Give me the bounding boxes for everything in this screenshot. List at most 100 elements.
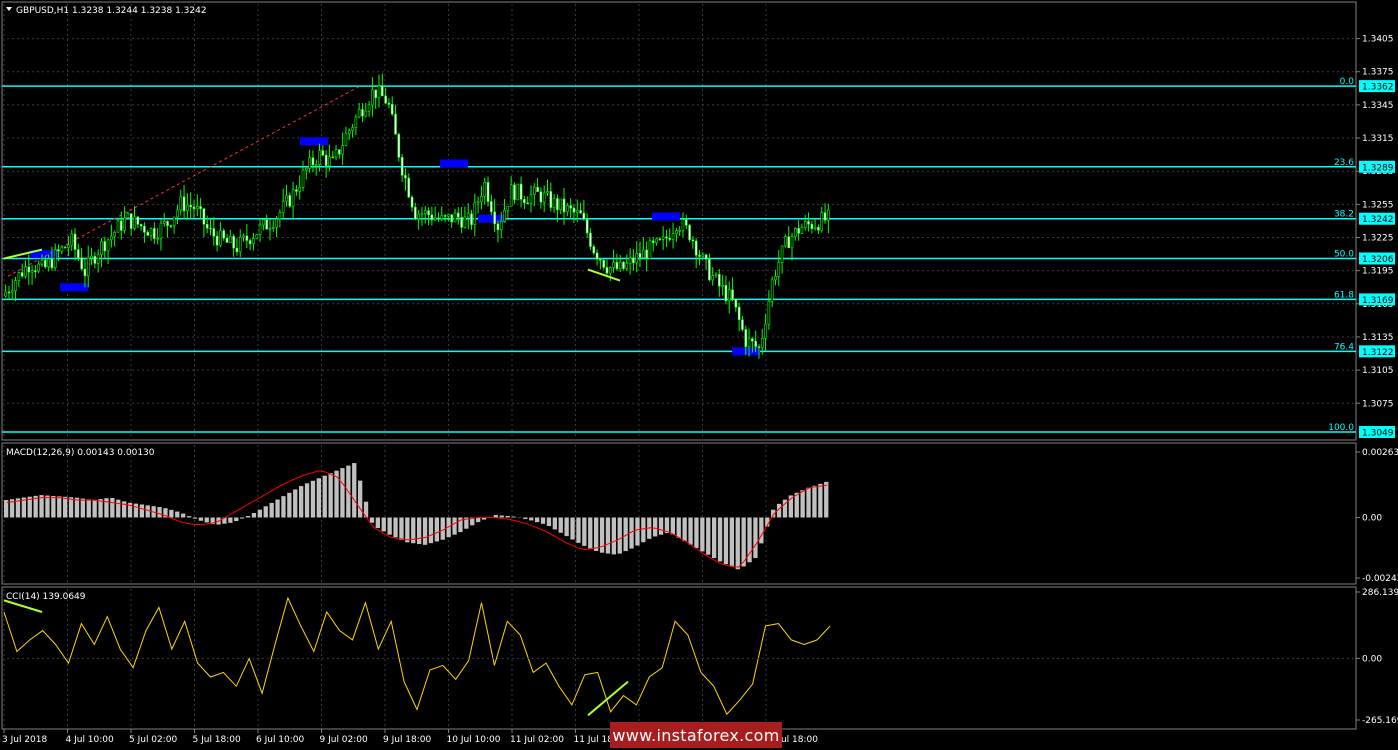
candle-body: [460, 217, 463, 228]
grid-lines: [2, 4, 1356, 727]
candle-body: [387, 102, 391, 105]
fib-price-text: 1.3206: [1362, 255, 1394, 265]
macd-bar: [405, 517, 410, 543]
macd-bar: [576, 517, 581, 543]
cci-tick-label: -265.169: [1362, 716, 1398, 726]
candle-body: [410, 196, 414, 208]
macd-bar: [523, 517, 528, 520]
candle-body: [205, 223, 209, 229]
candle-body: [817, 226, 820, 231]
candle-body: [803, 221, 807, 228]
macd-bar: [57, 496, 62, 518]
trading-chart[interactable]: 0.0 23.6 38.2 50.0 61.8 76.4 100.0 1.3405 1.337…: [0, 0, 1398, 750]
macd-bar: [51, 495, 56, 518]
candle-body: [7, 291, 11, 294]
divergence-price-2: [587, 268, 621, 282]
candle-body: [681, 219, 685, 231]
macd-bar: [452, 517, 457, 535]
time-tick-label: 11 Jul 02:00: [510, 735, 564, 745]
macd-bar: [74, 497, 80, 518]
candle-body: [258, 224, 262, 235]
candle-body: [318, 150, 321, 165]
candle-body: [503, 209, 506, 222]
candle-body: [463, 216, 467, 228]
candle-body: [298, 187, 302, 192]
candle-body: [807, 221, 810, 225]
fib-price-text: 1.3362: [1362, 83, 1394, 93]
candle-body: [235, 247, 239, 253]
candle-body: [760, 337, 764, 348]
candle-body: [638, 253, 642, 258]
candle-body: [50, 258, 54, 268]
candle-body: [407, 177, 411, 198]
cci-axis: 286.1396 0.00 -265.169: [1356, 588, 1398, 726]
watermark-badge: www.instaforex.com: [610, 722, 782, 748]
macd-bar: [192, 517, 198, 519]
macd-bar: [635, 517, 640, 546]
candle-body: [480, 195, 483, 203]
candle-body: [651, 240, 655, 244]
fibonacci-levels: 0.0 23.6 38.2 50.0 61.8 76.4 100.0: [2, 77, 1356, 433]
macd-bar: [186, 516, 192, 518]
macd-bar: [434, 517, 439, 542]
candle-body: [169, 225, 173, 227]
candle-body: [354, 116, 358, 128]
candle-body: [536, 186, 539, 193]
candle-body: [628, 257, 632, 264]
candle-body: [506, 206, 510, 211]
macd-bar: [605, 517, 611, 554]
macd-bar: [588, 517, 593, 549]
macd-bar: [63, 496, 68, 518]
candle-body: [47, 258, 50, 268]
candle-body: [281, 200, 285, 213]
candle-body: [784, 236, 787, 247]
macd-bar: [529, 517, 534, 521]
candle-body: [447, 214, 450, 217]
candle-body: [618, 261, 622, 270]
candle-body: [215, 235, 219, 246]
candle-body: [24, 266, 27, 277]
macd-bar: [387, 517, 392, 535]
candle-body: [513, 184, 516, 201]
macd-histogram: [4, 463, 829, 570]
candle-body: [764, 323, 767, 339]
macd-bar: [287, 492, 292, 518]
candle-body: [394, 113, 397, 135]
macd-bar: [735, 517, 740, 570]
candle-body: [377, 85, 381, 99]
divergence-cci-2: [587, 680, 629, 717]
candle-body: [324, 154, 328, 166]
dropdown-triangle-icon[interactable]: [6, 7, 12, 11]
macd-tick-label: -0.00243: [1362, 574, 1398, 584]
candle-body: [63, 246, 67, 249]
candle-body: [780, 245, 784, 263]
fib-level-label: 76.4: [1334, 342, 1354, 352]
fib-level-label: 0.0: [1340, 77, 1355, 87]
candle-body: [635, 253, 639, 264]
candle-body: [754, 340, 757, 347]
candle-body: [787, 236, 791, 249]
candle-body: [116, 220, 120, 233]
candle-body: [364, 110, 368, 117]
candle-body: [731, 289, 734, 300]
candle-body: [367, 104, 371, 112]
candle-body: [671, 233, 675, 240]
candle-body: [397, 133, 401, 158]
cci-title: CCI(14) 139.0649: [6, 592, 86, 602]
candle-body: [532, 186, 536, 195]
candle-body: [179, 196, 183, 211]
candle-body: [556, 198, 559, 211]
candle-body: [278, 212, 282, 220]
candle-body: [67, 244, 70, 248]
candle-body: [404, 175, 407, 179]
price-candles: [4, 73, 830, 359]
macd-bar: [352, 463, 357, 518]
macd-bar: [676, 517, 681, 538]
candle-body: [159, 222, 163, 239]
macd-bar: [139, 504, 144, 518]
macd-bar: [653, 517, 658, 537]
candle-body: [661, 236, 665, 240]
fib-level-label: 23.6: [1334, 158, 1354, 168]
macd-bar: [706, 517, 711, 555]
candle-body: [417, 213, 420, 220]
